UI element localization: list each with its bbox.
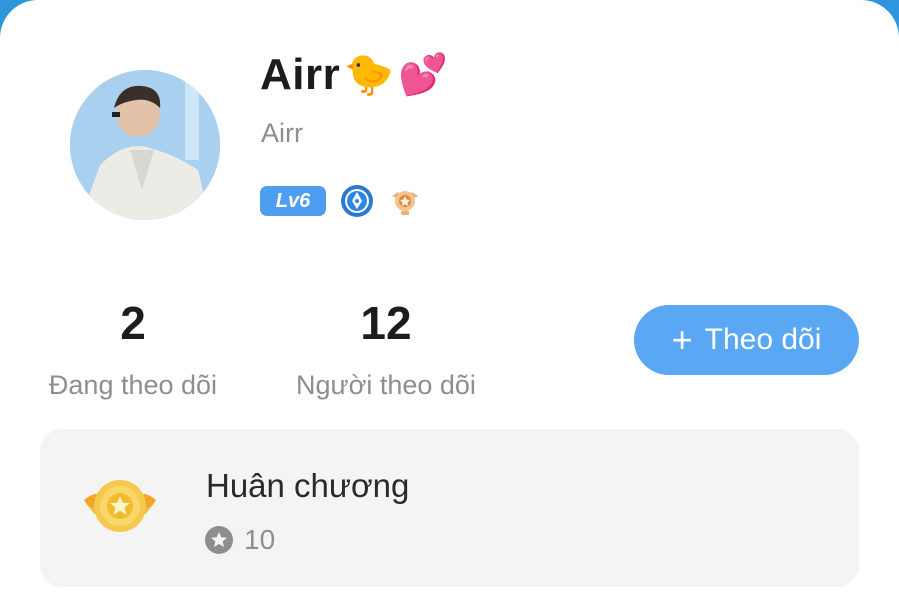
followers-stat[interactable]: 12 Người theo dõi	[285, 300, 487, 401]
two-hearts-emoji: 💕	[398, 52, 448, 98]
display-name: Airr	[260, 50, 341, 99]
follow-button[interactable]: + Theo dõi	[634, 305, 859, 375]
follow-button-label: Theo dõi	[704, 323, 822, 356]
username: Airr	[261, 118, 303, 148]
winged-medal-icon	[84, 480, 156, 532]
medals-title: Huân chương	[206, 467, 410, 504]
star-circle-icon	[205, 526, 233, 554]
chick-emoji: 🐤	[344, 52, 395, 98]
avatar[interactable]	[70, 70, 220, 220]
profile-card: Airr 🐤 💕 Airr Lv6 2 Đang theo dõi 12 Ngư…	[0, 0, 899, 600]
level-badge[interactable]: Lv6	[260, 186, 326, 216]
plus-icon: +	[671, 319, 693, 360]
avatar-photo	[70, 70, 220, 220]
following-label: Đang theo dõi	[48, 370, 218, 400]
medals-count-row: 10	[204, 523, 275, 557]
badge-row: Lv6	[260, 184, 422, 218]
followers-count: 12	[360, 297, 412, 349]
following-stat[interactable]: 2 Đang theo dõi	[38, 300, 228, 401]
medals-count: 10	[244, 524, 276, 555]
pen-nib-badge-icon[interactable]	[340, 184, 374, 218]
name-row: Airr 🐤 💕	[260, 46, 448, 104]
medal-rank-badge-icon[interactable]	[388, 184, 422, 218]
medals-card[interactable]: Huân chương 10	[40, 429, 859, 587]
following-count: 2	[120, 297, 146, 349]
followers-label: Người theo dõi	[296, 370, 476, 400]
